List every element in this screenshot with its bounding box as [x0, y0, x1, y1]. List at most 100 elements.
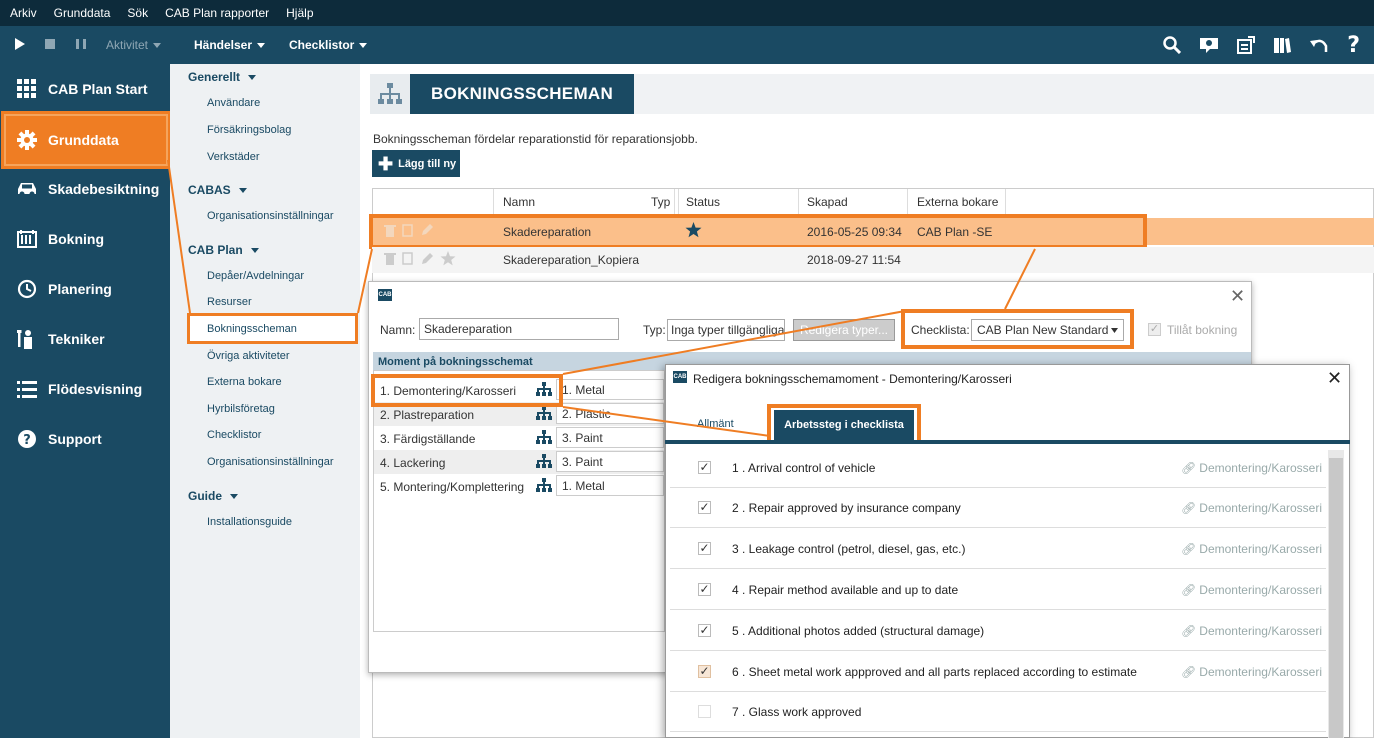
- sidebar-item-planering[interactable]: Planering: [0, 264, 170, 314]
- scrollbar-thumb[interactable]: [1329, 458, 1343, 738]
- submenu-item-bokningsscheman[interactable]: Bokningsscheman: [207, 323, 297, 335]
- sidebar-item-tekniker[interactable]: Tekniker: [0, 314, 170, 364]
- submenu-item-cabas-org-settings[interactable]: Organisationsinställningar: [207, 210, 334, 222]
- column-header-skapad[interactable]: Skapad: [807, 195, 848, 209]
- manual-icon[interactable]: [1273, 36, 1292, 54]
- submenu-item-resurser[interactable]: Resurser: [207, 296, 252, 308]
- checkbox[interactable]: ✓: [698, 461, 711, 474]
- menu-grunddata[interactable]: Grunddata: [54, 6, 111, 20]
- hierarchy-icon[interactable]: [536, 406, 552, 424]
- copy-icon[interactable]: [402, 252, 414, 268]
- column-header-namn[interactable]: Namn: [503, 195, 535, 209]
- checklists-dropdown[interactable]: Checklistor: [289, 38, 368, 52]
- checkbox[interactable]: ✓: [698, 583, 711, 596]
- link-label[interactable]: 🔗︎ Demontering/Karosseri: [1181, 624, 1322, 638]
- checklist-row[interactable]: ✓ 2 . Repair approved by insurance compa…: [670, 488, 1326, 528]
- submenu-item-forsakringsbolag[interactable]: Försäkringsbolag: [207, 124, 291, 136]
- sidebar-item-bokning[interactable]: Bokning: [0, 214, 170, 264]
- report-icon[interactable]: [1237, 36, 1256, 54]
- stop-icon[interactable]: [45, 38, 55, 52]
- close-icon[interactable]: ✕: [1230, 287, 1245, 305]
- checklists-label: Checklistor: [289, 38, 355, 52]
- moment-category[interactable]: 3. Paint: [556, 427, 664, 448]
- submenu-item-ovriga-aktiviteter[interactable]: Övriga aktiviteter: [207, 350, 290, 362]
- add-new-button[interactable]: ✚ Lägg till ny: [372, 150, 460, 177]
- search-icon[interactable]: [1163, 36, 1182, 54]
- section-title: Generellt: [188, 70, 241, 84]
- sidebar-item-support[interactable]: ? Support: [0, 414, 170, 464]
- activity-dropdown[interactable]: Aktivitet: [106, 38, 162, 52]
- idea-icon[interactable]: [1199, 36, 1219, 54]
- allow-booking-checkbox[interactable]: ✓: [1148, 323, 1161, 336]
- moment-category[interactable]: 1. Metal: [556, 379, 664, 400]
- submenu-section-guide[interactable]: Guide: [188, 489, 239, 503]
- sidebar-item-flodesvisning[interactable]: Flödesvisning: [0, 364, 170, 414]
- link-label[interactable]: 🔗︎ Demontering/Karosseri: [1181, 583, 1322, 597]
- menu-hjalp[interactable]: Hjälp: [286, 6, 313, 20]
- checkbox[interactable]: ✓: [698, 665, 711, 678]
- sidebar-item-grunddata[interactable]: Grunddata: [1, 111, 171, 169]
- submenu-item-cabplan-org-settings[interactable]: Organisationsinställningar: [207, 456, 334, 468]
- tab-allmant[interactable]: Allmänt: [697, 418, 734, 430]
- column-header-status[interactable]: Status: [686, 195, 720, 209]
- submenu-item-installationsguide[interactable]: Installationsguide: [207, 516, 292, 528]
- hierarchy-icon: [370, 74, 410, 114]
- hierarchy-icon[interactable]: [536, 454, 552, 472]
- submenu-section-cabas[interactable]: CABAS: [188, 183, 247, 197]
- moment-category[interactable]: 1. Metal: [556, 475, 664, 496]
- edit-icon[interactable]: [420, 252, 434, 269]
- pause-icon[interactable]: [76, 38, 86, 52]
- checkbox[interactable]: ✓: [698, 624, 711, 637]
- edit-types-button[interactable]: Redigera typer...: [793, 319, 895, 341]
- hierarchy-icon[interactable]: [536, 478, 552, 496]
- checkbox[interactable]: ✓: [698, 501, 711, 514]
- name-input[interactable]: Skadereparation: [419, 318, 619, 340]
- link-label[interactable]: 🔗︎ Demontering/Karosseri: [1181, 501, 1322, 515]
- moment-row[interactable]: 4. Lackering 3. Paint: [374, 450, 664, 474]
- help-icon[interactable]: ?: [1347, 33, 1360, 58]
- checklist-row[interactable]: ✓ 3 . Leakage control (petrol, diesel, g…: [670, 529, 1326, 569]
- moment-category[interactable]: 2. Plastic: [556, 403, 664, 424]
- link-label[interactable]: 🔗︎ Demontering/Karosseri: [1181, 542, 1322, 556]
- checklist-row[interactable]: ✓ 1 . Arrival control of vehicle 🔗︎ Demon…: [670, 448, 1326, 488]
- column-header-externa-bokare[interactable]: Externa bokare: [917, 195, 998, 209]
- moment-row[interactable]: 3. Färdigställande 3. Paint: [374, 426, 664, 450]
- checklist-row[interactable]: ✓ 6 . Sheet metal work appproved and all…: [670, 652, 1326, 692]
- submenu-item-hyrbilsforetag[interactable]: Hyrbilsföretag: [207, 403, 275, 415]
- events-dropdown[interactable]: Händelser: [194, 38, 266, 52]
- submenu-section-cab-plan[interactable]: CAB Plan: [188, 243, 259, 257]
- sidebar-item-cab-plan-start[interactable]: CAB Plan Start: [0, 64, 170, 114]
- submenu-item-anvandare[interactable]: Användare: [207, 97, 260, 109]
- column-header-typ[interactable]: Typ: [651, 195, 670, 209]
- link-text: Demontering/Karosseri: [1199, 583, 1322, 597]
- submenu-item-depaer[interactable]: Depåer/Avdelningar: [207, 270, 304, 282]
- checklist-row[interactable]: ✓ 5 . Additional photos added (structura…: [670, 611, 1326, 651]
- submenu-item-checklistor[interactable]: Checklistor: [207, 429, 261, 441]
- close-icon[interactable]: ✕: [1327, 369, 1342, 387]
- moment-category[interactable]: 3. Paint: [556, 451, 664, 472]
- menu-arkiv[interactable]: Arkiv: [10, 6, 37, 20]
- checklist-row[interactable]: 7 . Glass work approved: [670, 692, 1326, 732]
- table-row[interactable]: Skadereparation_Kopiera 2018-09-27 11:54: [372, 247, 1374, 273]
- link-label[interactable]: 🔗︎ Demontering/Karosseri: [1181, 461, 1322, 475]
- checklist-row[interactable]: ✓ 4 . Repair method available and up to …: [670, 570, 1326, 610]
- play-icon[interactable]: [15, 37, 25, 53]
- sidebar-item-skadebesiktning[interactable]: Skadebesiktning: [0, 164, 170, 214]
- delete-icon[interactable]: [384, 252, 396, 268]
- hierarchy-icon[interactable]: [536, 430, 552, 448]
- allow-booking-label: Tillåt bokning: [1167, 323, 1238, 337]
- submenu-section-generellt[interactable]: Generellt: [188, 70, 257, 84]
- checkbox[interactable]: [698, 705, 711, 718]
- link-label[interactable]: 🔗︎ Demontering/Karosseri: [1181, 665, 1322, 679]
- star-icon[interactable]: [440, 251, 456, 269]
- submenu-item-externa-bokare[interactable]: Externa bokare: [207, 376, 282, 388]
- checkbox[interactable]: ✓: [698, 542, 711, 555]
- menu-sok[interactable]: Sök: [127, 6, 148, 20]
- submenu-item-verkstader[interactable]: Verkstäder: [207, 151, 260, 163]
- menu-cab-plan-rapporter[interactable]: CAB Plan rapporter: [165, 6, 269, 20]
- row-name: Skadereparation_Kopiera: [503, 253, 640, 267]
- calendar-icon: [16, 230, 38, 248]
- moment-row[interactable]: 5. Montering/Komplettering 1. Metal: [374, 474, 664, 498]
- undo-icon[interactable]: [1309, 36, 1329, 54]
- type-field[interactable]: Inga typer tillgängliga: [667, 319, 785, 341]
